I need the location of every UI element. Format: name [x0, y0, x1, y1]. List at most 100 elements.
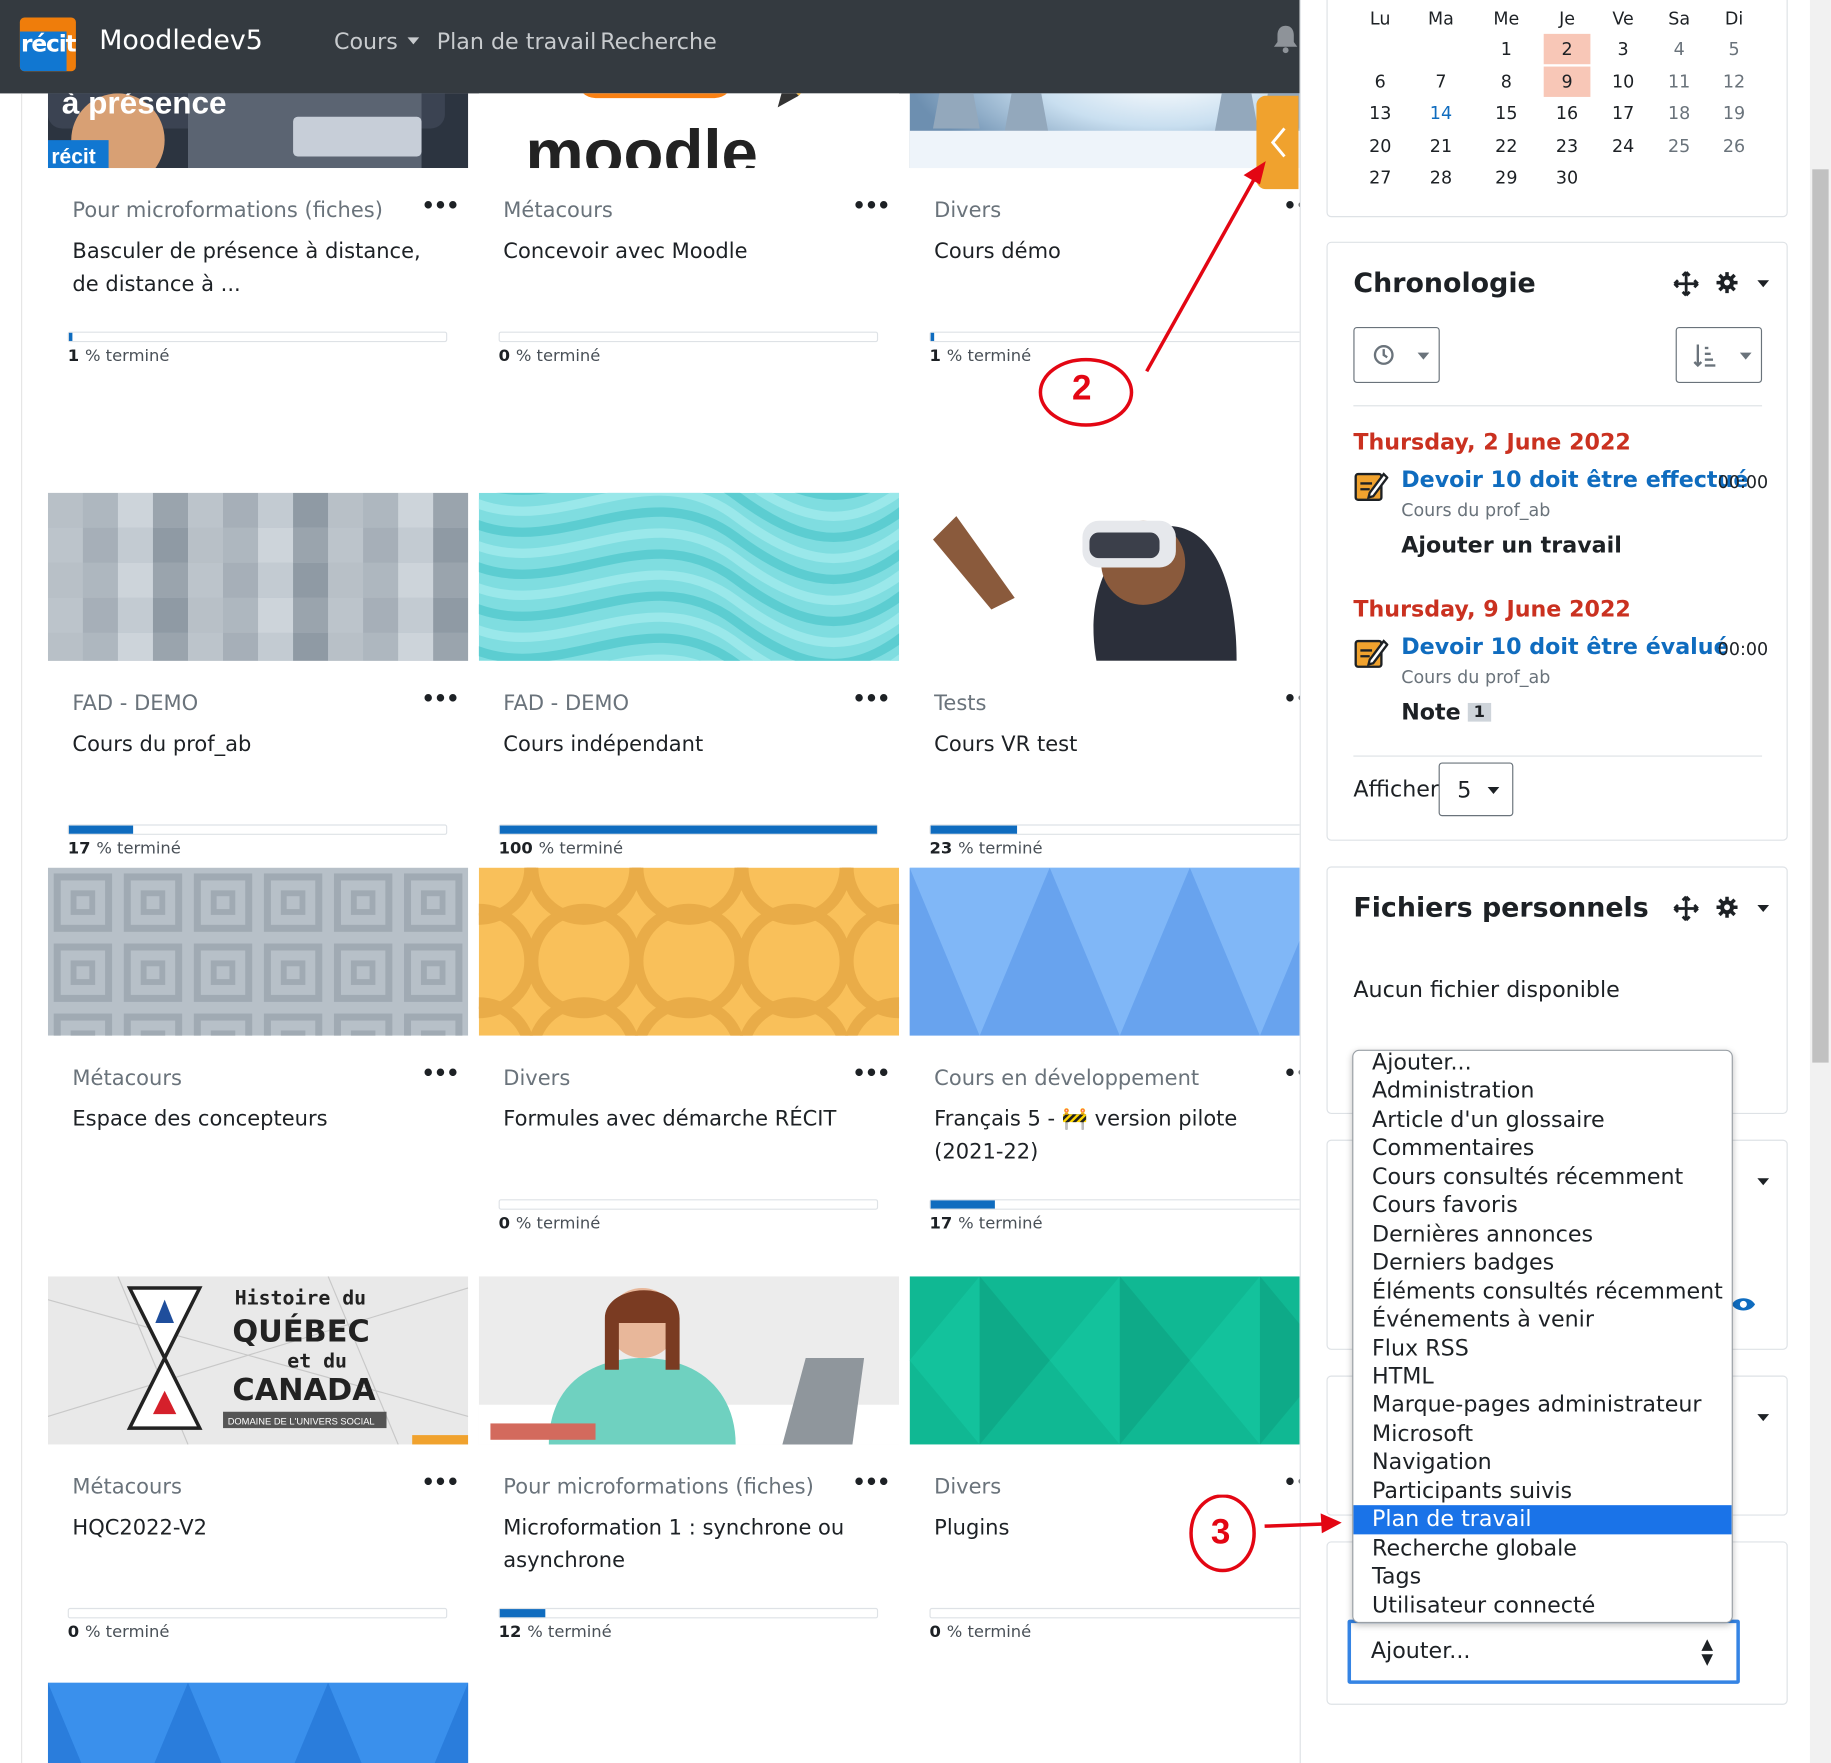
add-block-option[interactable]: Utilisateur connecté: [1353, 1591, 1731, 1620]
add-block-option[interactable]: Navigation: [1353, 1448, 1731, 1477]
calendar-day[interactable]: 2: [1543, 33, 1591, 65]
course-card[interactable]: Divers•••Plugins0% terminé: [909, 1276, 1300, 1661]
course-name[interactable]: Cours indépendant: [503, 729, 853, 762]
calendar-day[interactable]: 7: [1418, 66, 1465, 96]
course-menu-icon[interactable]: •••: [1283, 194, 1299, 219]
eye-icon[interactable]: [1731, 1295, 1757, 1314]
chevron-down-icon[interactable]: [1757, 1178, 1770, 1186]
move-icon[interactable]: [1673, 271, 1699, 297]
course-image[interactable]: m moodle: [478, 93, 900, 169]
calendar-day[interactable]: 27: [1357, 162, 1404, 192]
course-card[interactable]: Histoire du QUÉBEC et du CANADA DOMAINE …: [47, 1276, 469, 1661]
calendar-day[interactable]: 28: [1418, 162, 1465, 192]
add-block-listbox[interactable]: Ajouter... Administration Article d'un glo…: [1352, 1049, 1733, 1624]
timeline-sort-button[interactable]: [1675, 326, 1763, 384]
course-card[interactable]: Pour microformations (fiches) ••• Microfor…: [478, 1276, 900, 1661]
gear-icon[interactable]: [1715, 271, 1738, 294]
add-block-option[interactable]: Microsoft: [1353, 1420, 1731, 1449]
calendar-day[interactable]: 12: [1711, 66, 1758, 96]
timeline-event-link[interactable]: Devoir 10 doit être évalué: [1401, 634, 1728, 660]
nav-recherche[interactable]: Recherche: [600, 29, 717, 55]
course-menu-icon[interactable]: •••: [852, 1470, 890, 1495]
timeline-event-action[interactable]: Note 1: [1401, 699, 1491, 725]
course-card[interactable]: FAD - DEMO ••• Cours du prof_ab 17% terminé: [47, 492, 469, 878]
chevron-down-icon[interactable]: [1757, 280, 1770, 288]
add-block-option[interactable]: Dernières annonces: [1353, 1220, 1731, 1249]
calendar-day[interactable]: 14: [1418, 98, 1465, 128]
course-card[interactable]: Tests ••• Cours VR test 23% terminé: [909, 492, 1300, 878]
calendar-day[interactable]: 29: [1483, 162, 1530, 192]
nav-plan-de-travail[interactable]: Plan de travail: [437, 29, 597, 55]
move-icon[interactable]: [1673, 895, 1699, 922]
course-menu-icon[interactable]: •••: [1283, 687, 1299, 712]
site-name[interactable]: Moodledev5: [99, 26, 263, 56]
calendar-day[interactable]: 8: [1483, 66, 1530, 96]
calendar-day[interactable]: 23: [1544, 130, 1591, 160]
calendar-day[interactable]: 22: [1483, 130, 1530, 160]
calendar-day[interactable]: 11: [1656, 66, 1703, 96]
add-block-option[interactable]: Marque-pages administrateur: [1353, 1391, 1731, 1420]
course-card[interactable]: Divers ••• Formules avec démarche RÉCIT 0% …: [478, 867, 900, 1253]
course-name[interactable]: Microformation 1 : synchrone ou asynchro…: [503, 1512, 853, 1577]
add-block-option[interactable]: Événements à venir: [1353, 1306, 1731, 1335]
calendar-day[interactable]: 30: [1544, 162, 1591, 192]
add-block-option[interactable]: Ajouter...: [1353, 1051, 1731, 1077]
course-image[interactable]: [47, 867, 469, 1036]
course-image[interactable]: [909, 492, 1300, 661]
add-block-option[interactable]: Article d'un glossaire: [1353, 1106, 1731, 1135]
add-block-option[interactable]: Administration: [1353, 1077, 1731, 1106]
page-scrollbar[interactable]: [1809, 0, 1831, 1763]
show-count-select[interactable]: 5: [1438, 762, 1514, 817]
gear-icon[interactable]: [1715, 896, 1738, 919]
calendar-day[interactable]: 9: [1543, 65, 1591, 97]
calendar-day[interactable]: 15: [1483, 98, 1530, 128]
calendar-day[interactable]: 19: [1711, 98, 1758, 128]
course-name[interactable]: Formules avec démarche RÉCIT: [503, 1103, 853, 1136]
timeline-event-link[interactable]: Devoir 10 doit être effectué: [1401, 467, 1748, 493]
course-menu-icon[interactable]: •••: [852, 687, 890, 712]
calendar-day[interactable]: 26: [1711, 130, 1758, 160]
add-block-option[interactable]: Commentaires: [1353, 1134, 1731, 1163]
calendar-day[interactable]: 16: [1544, 98, 1591, 128]
course-menu-icon[interactable]: •••: [422, 687, 460, 712]
chevron-down-icon[interactable]: [1757, 1414, 1770, 1422]
add-block-select[interactable]: Ajouter... ▲ ▼: [1347, 1619, 1740, 1684]
course-image[interactable]: [478, 492, 900, 661]
course-menu-icon[interactable]: •••: [1283, 1061, 1299, 1086]
chevron-down-icon[interactable]: [1757, 904, 1770, 912]
course-image[interactable]: à distance, de distance à présence récit: [47, 93, 469, 169]
add-block-option[interactable]: Cours consultés récemment: [1353, 1163, 1731, 1192]
calendar-day[interactable]: 1: [1483, 34, 1530, 64]
course-name[interactable]: Cours du prof_ab: [72, 729, 422, 762]
course-card[interactable]: Métacours ••• Espace des concepteurs: [47, 867, 469, 1253]
calendar-day[interactable]: 17: [1600, 98, 1647, 128]
calendar-day[interactable]: 24: [1600, 130, 1647, 160]
course-card[interactable]: Cours en développement ••• Français 5 - 🚧 …: [909, 867, 1300, 1253]
course-image[interactable]: [909, 1276, 1300, 1445]
course-card[interactable]: FAD - DEMO ••• Cours indépendant 100% termi…: [478, 492, 900, 878]
calendar-day[interactable]: 3: [1600, 34, 1647, 64]
recit-logo[interactable]: récit: [19, 17, 76, 72]
course-name[interactable]: Concevoir avec Moodle: [503, 236, 853, 269]
course-menu-icon[interactable]: •••: [852, 194, 890, 219]
add-block-option[interactable]: Derniers badges: [1353, 1248, 1731, 1277]
course-name[interactable]: Cours VR test: [934, 729, 1284, 762]
course-card[interactable]: à distance, de distance à présence récit…: [47, 93, 469, 385]
course-image[interactable]: [47, 1682, 469, 1763]
calendar-day[interactable]: 20: [1357, 130, 1404, 160]
course-menu-icon[interactable]: •••: [422, 194, 460, 219]
course-card[interactable]: m moodle Métacours ••• Concevoir avec Mood…: [478, 93, 900, 385]
timeline-filter-button[interactable]: [1353, 326, 1440, 384]
calendar-day[interactable]: 10: [1600, 66, 1647, 96]
course-menu-icon[interactable]: •••: [422, 1061, 460, 1086]
course-name[interactable]: Français 5 - 🚧 version pilote (2021-22): [934, 1103, 1284, 1168]
add-block-option[interactable]: Flux RSS: [1353, 1334, 1731, 1363]
calendar-day[interactable]: 25: [1656, 130, 1703, 160]
add-block-option[interactable]: Plan de travail: [1353, 1505, 1732, 1534]
course-name[interactable]: HQC2022-V2: [72, 1512, 422, 1545]
calendar-day[interactable]: 21: [1418, 130, 1465, 160]
course-name[interactable]: Basculer de présence à distance, de dist…: [72, 236, 422, 301]
course-name[interactable]: Espace des concepteurs: [72, 1103, 422, 1136]
course-menu-icon[interactable]: •••: [852, 1061, 890, 1086]
add-block-option[interactable]: Recherche globale: [1353, 1534, 1731, 1563]
